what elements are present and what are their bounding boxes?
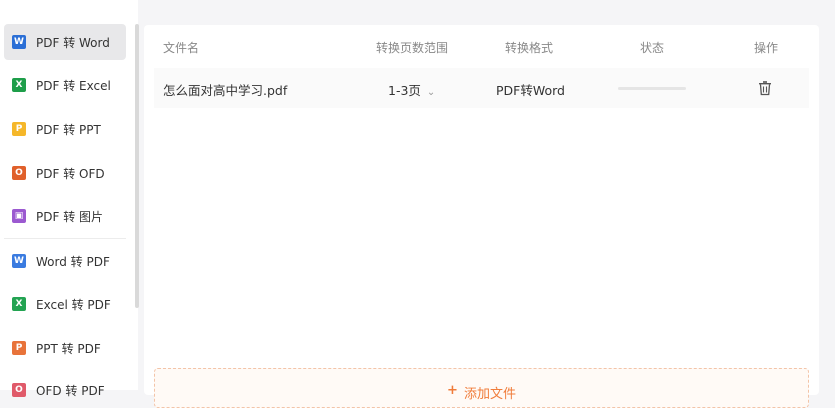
chevron-down-icon: ⌄ [426,87,436,98]
header-filename: 文件名 [163,41,200,55]
sidebar-item-label: PDF 转 Excel [36,78,111,93]
sidebar: W PDF 转 Word X PDF 转 Excel P PDF 转 PPT O… [0,0,138,398]
sidebar-item-ofd-to-pdf[interactable]: O OFD 转 PDF [4,372,126,408]
sidebar-item-label: Excel 转 PDF [36,297,111,312]
sidebar-item-label: PPT 转 PDF [36,341,101,356]
word-doc-icon: W [12,254,26,268]
sidebar-item-ppt-to-pdf[interactable]: P PPT 转 PDF [4,330,126,366]
delete-button[interactable] [757,80,773,96]
sidebar-item-pdf-to-ppt[interactable]: P PDF 转 PPT [4,111,126,147]
page-range-select[interactable]: 1-3页 ⌄ [388,80,435,99]
sidebar-item-pdf-to-image[interactable]: ▣ PDF 转 图片 [4,198,126,234]
excel-doc-icon: X [12,297,26,311]
sidebar-item-pdf-to-ofd[interactable]: O PDF 转 OFD [4,155,126,191]
header-format: 转换格式 [505,41,554,55]
trash-icon [759,81,771,96]
convert-format: PDF转Word [496,83,565,98]
ppt-icon: P [12,122,26,136]
file-list-panel: 文件名 转换页数范围 转换格式 状态 操作 怎么面对高中学习.pdf 1-3页 ⌄… [144,25,819,408]
sidebar-item-label: PDF 转 Word [36,35,110,50]
image-icon: ▣ [12,209,26,223]
add-file-label: 添加文件 [463,387,516,402]
page-range-value: 1-3页 [388,83,421,98]
header-action: 操作 [754,41,779,55]
progress-bar [618,87,686,90]
sidebar-item-label: PDF 转 PPT [36,122,101,137]
sidebar-item-pdf-to-excel[interactable]: X PDF 转 Excel [4,67,126,103]
ofd-icon: O [12,166,26,180]
excel-icon: X [12,78,26,92]
sidebar-item-pdf-to-word[interactable]: W PDF 转 Word [4,24,126,60]
sidebar-item-label: OFD 转 PDF [36,383,105,398]
plus-icon: + [447,383,458,398]
ofd-doc-icon: O [12,383,26,397]
ppt-doc-icon: P [12,341,26,355]
sidebar-divider [4,238,126,239]
sidebar-scrollbar[interactable] [135,24,139,308]
sidebar-item-label: PDF 转 图片 [36,209,104,224]
add-file-button[interactable]: + 添加文件 [154,368,809,408]
sidebar-item-label: PDF 转 OFD [36,166,105,181]
table-header: 文件名 转换页数范围 转换格式 状态 操作 [144,25,819,65]
header-status: 状态 [640,41,665,55]
header-range: 转换页数范围 [376,41,449,55]
sidebar-item-word-to-pdf[interactable]: W Word 转 PDF [4,243,126,279]
table-row: 怎么面对高中学习.pdf 1-3页 ⌄ PDF转Word [154,68,809,108]
sidebar-item-excel-to-pdf[interactable]: X Excel 转 PDF [4,286,126,322]
file-name: 怎么面对高中学习.pdf [163,83,288,98]
sidebar-item-label: Word 转 PDF [36,254,110,269]
word-icon: W [12,35,26,49]
